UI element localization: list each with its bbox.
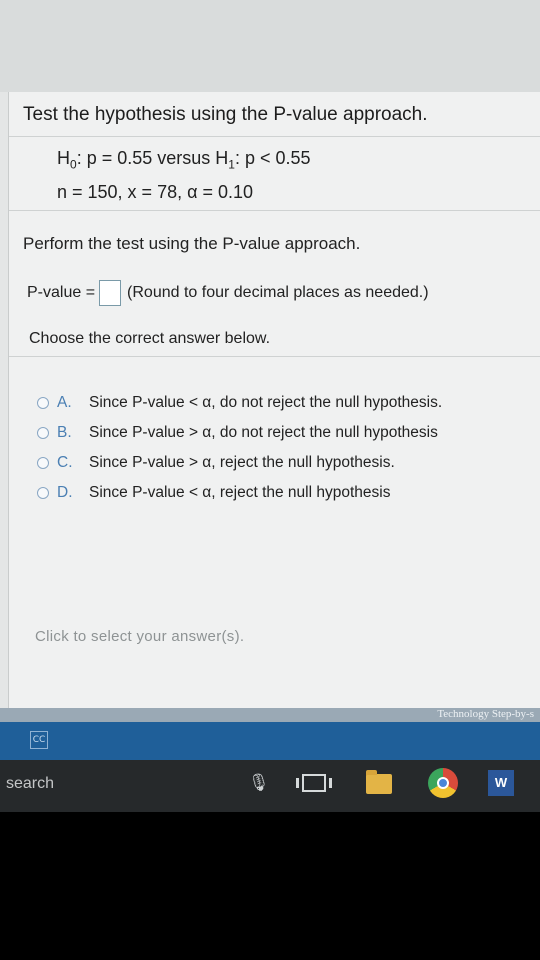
h1-text: : p < 0.55	[234, 148, 311, 168]
question-title: Test the hypothesis using the P-value ap…	[23, 104, 428, 125]
divider	[9, 356, 540, 357]
radio-button-icon[interactable]	[37, 457, 49, 469]
microphone-icon[interactable]: 🎙	[248, 772, 270, 794]
sample-params: n = 150, x = 78, α = 0.10	[57, 182, 254, 202]
click-hint: Click to select your answer(s).	[35, 628, 245, 645]
status-bar	[0, 722, 540, 760]
h0-subscript: 0	[70, 157, 77, 172]
h1-subscript: 1	[228, 157, 235, 172]
option-text: Since P-value > α, do not reject the nul…	[89, 424, 438, 441]
option-a[interactable]: A. Since P-value < α, do not reject the …	[37, 388, 442, 418]
monitor-bezel	[0, 812, 540, 960]
taskbar: search 🎙 W	[0, 760, 540, 812]
screen: Test the hypothesis using the P-value ap…	[0, 0, 540, 812]
instruction-text: Perform the test using the P-value appro…	[23, 234, 361, 253]
option-letter: A.	[57, 394, 72, 411]
h0-label: H	[57, 148, 70, 168]
pvalue-note: (Round to four decimal places as needed.…	[127, 284, 429, 301]
task-view-icon[interactable]	[296, 774, 332, 792]
word-icon[interactable]: W	[488, 770, 514, 796]
option-letter: C.	[57, 454, 73, 471]
radio-button-icon[interactable]	[37, 427, 49, 439]
chrome-icon[interactable]	[428, 768, 458, 798]
h0-text: : p = 0.55 versus H	[76, 148, 229, 168]
option-c[interactable]: C. Since P-value > α, reject the null hy…	[37, 448, 442, 478]
top-band	[0, 0, 540, 92]
option-b[interactable]: B. Since P-value > α, do not reject the …	[37, 418, 442, 448]
answer-options: A. Since P-value < α, do not reject the …	[37, 388, 442, 508]
option-text: Since P-value > α, reject the null hypot…	[89, 454, 395, 471]
pvalue-row: P-value = (Round to four decimal places …	[27, 280, 429, 306]
brand-text: Technology Step-by-s	[437, 708, 534, 720]
radio-button-icon[interactable]	[37, 397, 49, 409]
cc-icon[interactable]: CC	[30, 731, 48, 749]
pvalue-input[interactable]	[99, 280, 122, 306]
question-panel: Test the hypothesis using the P-value ap…	[8, 92, 540, 720]
option-letter: D.	[57, 484, 73, 501]
choose-label: Choose the correct answer below.	[29, 330, 271, 347]
option-d[interactable]: D. Since P-value < α, reject the null hy…	[37, 478, 442, 508]
pvalue-label: P-value =	[27, 284, 96, 301]
option-letter: B.	[57, 424, 72, 441]
brand-strip: Technology Step-by-s	[0, 708, 540, 722]
option-text: Since P-value < α, do not reject the nul…	[89, 394, 443, 411]
file-explorer-icon[interactable]	[366, 770, 392, 794]
option-text: Since P-value < α, reject the null hypot…	[89, 484, 391, 501]
divider	[9, 136, 540, 137]
search-input[interactable]: search	[6, 775, 54, 793]
radio-button-icon[interactable]	[37, 487, 49, 499]
hypotheses: H0: p = 0.55 versus H1: p < 0.55	[57, 148, 311, 172]
divider	[9, 210, 540, 211]
